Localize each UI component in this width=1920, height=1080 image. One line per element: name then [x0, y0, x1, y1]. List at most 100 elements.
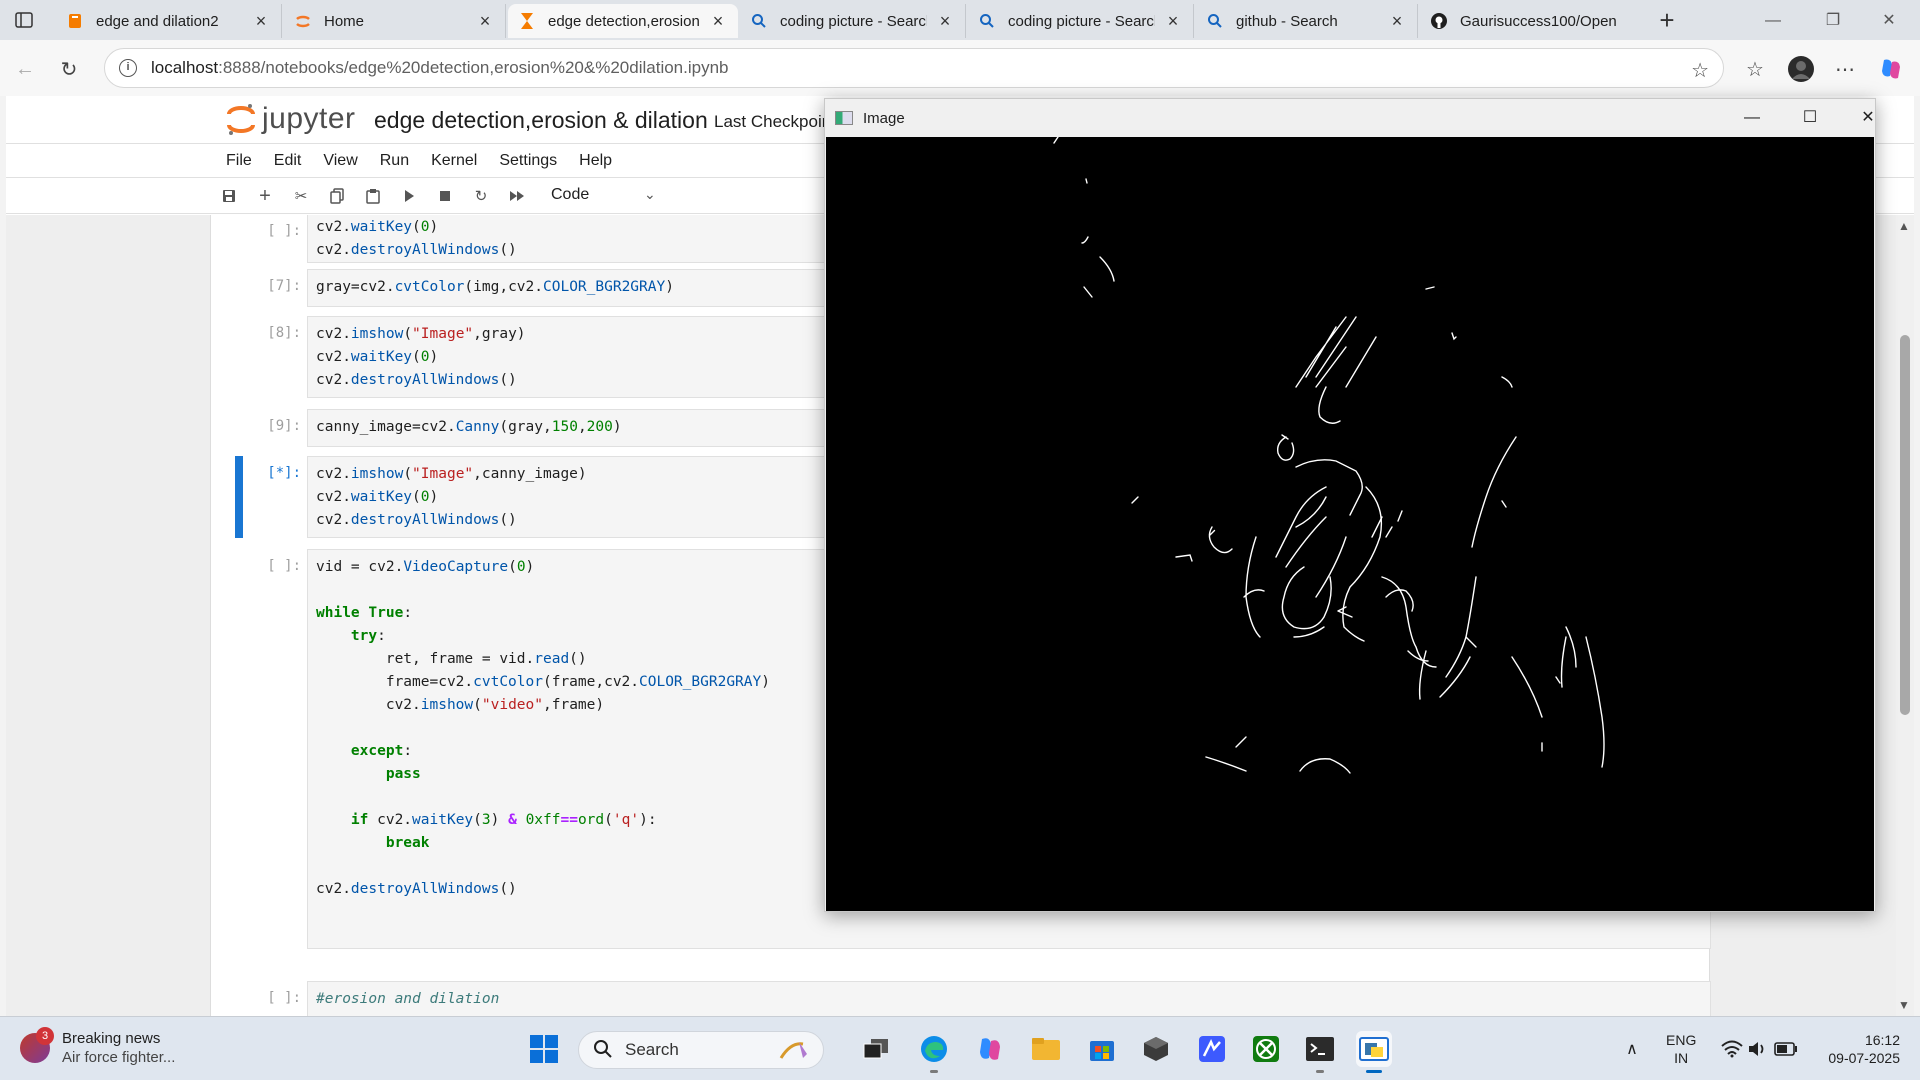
book-icon — [66, 12, 84, 30]
scrollbar-thumb[interactable] — [1900, 335, 1910, 715]
close-icon[interactable]: × — [1163, 11, 1183, 32]
notebook-title[interactable]: edge detection,erosion & dilation — [374, 107, 708, 134]
region-code: IN — [1674, 1050, 1689, 1066]
tab-github-search[interactable]: github - Search × — [1196, 4, 1418, 38]
more-options-icon[interactable]: ⋯ — [1830, 54, 1860, 84]
new-tab-button[interactable]: + — [1652, 6, 1682, 36]
cell-prompt: [*]: — [267, 465, 301, 481]
jupyter-logo[interactable]: jupyter — [226, 102, 356, 136]
code-cell[interactable]: [ ]: #erosion and dilation — [211, 981, 1711, 1016]
save-icon[interactable] — [218, 186, 240, 206]
stop-icon[interactable] — [434, 186, 456, 206]
tab-edge-and-dilation2[interactable]: edge and dilation2 × — [56, 4, 282, 38]
menu-file[interactable]: File — [226, 152, 252, 170]
run-icon[interactable] — [398, 186, 420, 206]
cut-icon[interactable]: ✂ — [290, 186, 312, 206]
canny-edge-image — [826, 137, 1874, 911]
menu-kernel[interactable]: Kernel — [431, 152, 477, 170]
close-window-icon[interactable]: ✕ — [1866, 6, 1912, 36]
notebook-scrollbar[interactable]: ▲ ▼ — [1896, 215, 1914, 1016]
close-icon[interactable]: × — [935, 11, 955, 32]
opencv-image-window[interactable]: Image — ☐ ✕ — [824, 98, 1876, 912]
fast-forward-icon[interactable] — [506, 186, 528, 206]
cell-prompt: [7]: — [267, 278, 301, 294]
cell-prompt: [ ]: — [267, 558, 301, 574]
tab-coding-picture-2[interactable]: coding picture - Search × — [968, 4, 1194, 38]
task-view-icon[interactable] — [858, 1031, 894, 1067]
news-badge: 3 — [36, 1027, 54, 1045]
add-cell-icon[interactable]: + — [254, 185, 276, 207]
news-widget[interactable]: 3 Breaking news Air force fighter... — [20, 1027, 176, 1067]
paste-icon[interactable] — [362, 186, 384, 206]
code-line: cv2.waitKey(0) cv2.destroyAllWindows() — [316, 219, 517, 258]
close-icon[interactable]: × — [251, 11, 271, 32]
language-code: ENG — [1666, 1032, 1697, 1048]
restore-icon[interactable]: ❐ — [1810, 6, 1856, 36]
site-info-icon[interactable]: i — [119, 59, 137, 77]
edge-browser-icon[interactable] — [916, 1031, 952, 1073]
news-icon: 3 — [20, 1027, 54, 1063]
search-placeholder: Search — [625, 1040, 679, 1059]
minimize-icon[interactable]: — — [1750, 6, 1796, 36]
python-window-icon[interactable] — [1356, 1031, 1392, 1073]
start-menu-icon[interactable] — [526, 1031, 562, 1067]
menu-help[interactable]: Help — [579, 152, 612, 170]
tab-coding-picture-1[interactable]: coding picture - Search × — [740, 4, 966, 38]
cell-prompt: [9]: — [267, 418, 301, 434]
menu-view[interactable]: View — [323, 152, 357, 170]
file-explorer-icon[interactable] — [1028, 1031, 1064, 1067]
tab-home[interactable]: Home × — [284, 4, 506, 38]
close-icon[interactable]: ✕ — [1845, 103, 1891, 133]
url-field[interactable]: i localhost:8888/notebooks/edge%20detect… — [104, 48, 1724, 88]
xbox-icon[interactable] — [1248, 1031, 1284, 1067]
tab-title: edge detection,erosion — [548, 12, 700, 30]
refresh-icon[interactable]: ↻ — [54, 54, 84, 84]
news-title: Breaking news — [62, 1030, 161, 1047]
search-icon — [593, 1039, 613, 1062]
maximize-icon[interactable]: ☐ — [1787, 103, 1833, 133]
copilot-icon[interactable] — [1876, 54, 1906, 84]
microsoft-store-icon[interactable] — [1084, 1031, 1120, 1067]
profile-avatar[interactable] — [1786, 54, 1816, 84]
cell-prompt: [ ]: — [267, 223, 301, 239]
cell-prompt: [ ]: — [267, 990, 301, 1006]
menu-settings[interactable]: Settings — [499, 152, 557, 170]
minimize-icon[interactable]: — — [1729, 103, 1775, 133]
close-icon[interactable]: × — [708, 11, 728, 32]
image-window-titlebar[interactable]: Image — ☐ ✕ — [825, 99, 1875, 137]
back-arrow-icon[interactable]: ← — [10, 54, 40, 84]
menu-edit[interactable]: Edit — [274, 152, 302, 170]
restart-icon[interactable]: ↻ — [470, 186, 492, 206]
code-comment: #erosion and dilation — [316, 991, 500, 1007]
menu-run[interactable]: Run — [380, 152, 409, 170]
close-icon[interactable]: × — [1387, 11, 1407, 32]
image-window-title: Image — [863, 109, 905, 127]
taskbar-search-box[interactable]: Search — [578, 1031, 824, 1069]
favorites-icon[interactable]: ☆ — [1740, 54, 1770, 84]
terminal-icon[interactable] — [1302, 1031, 1338, 1073]
tab-github-repo[interactable]: Gaurisuccess100/Open — [1420, 4, 1646, 38]
checkpoint-status: Last Checkpoint — [714, 112, 836, 131]
tab-edge-detection[interactable]: edge detection,erosion × — [508, 4, 738, 38]
cell-prompt: [8]: — [267, 325, 301, 341]
cell-type-select[interactable]: Code — [551, 186, 589, 204]
code-editor[interactable]: #erosion and dilation — [307, 981, 1711, 1016]
chevron-down-icon[interactable]: ⌄ — [644, 186, 656, 203]
copy-icon[interactable] — [326, 186, 348, 206]
math-app-icon[interactable] — [1194, 1031, 1230, 1067]
scroll-up-icon[interactable]: ▲ — [1898, 219, 1910, 233]
system-clock[interactable]: 16:12 09-07-2025 — [1818, 1031, 1900, 1067]
windows-taskbar: 3 Breaking news Air force fighter... Sea… — [0, 1016, 1920, 1080]
news-subtitle: Air force fighter... — [62, 1049, 176, 1066]
battery-icon[interactable] — [1768, 1031, 1804, 1067]
language-indicator[interactable]: ENG IN — [1666, 1031, 1696, 1067]
chevron-up-icon[interactable]: ∧ — [1614, 1031, 1650, 1067]
cube-app-icon[interactable] — [1138, 1031, 1174, 1067]
close-icon[interactable]: × — [475, 11, 495, 32]
search-icon — [978, 12, 996, 30]
copilot-icon[interactable] — [972, 1031, 1008, 1067]
scroll-down-icon[interactable]: ▼ — [1898, 998, 1910, 1012]
favorite-star-icon[interactable]: ☆ — [1691, 58, 1709, 83]
tab-actions-icon[interactable] — [10, 8, 38, 32]
url-text: localhost:8888/notebooks/edge%20detectio… — [151, 58, 729, 77]
